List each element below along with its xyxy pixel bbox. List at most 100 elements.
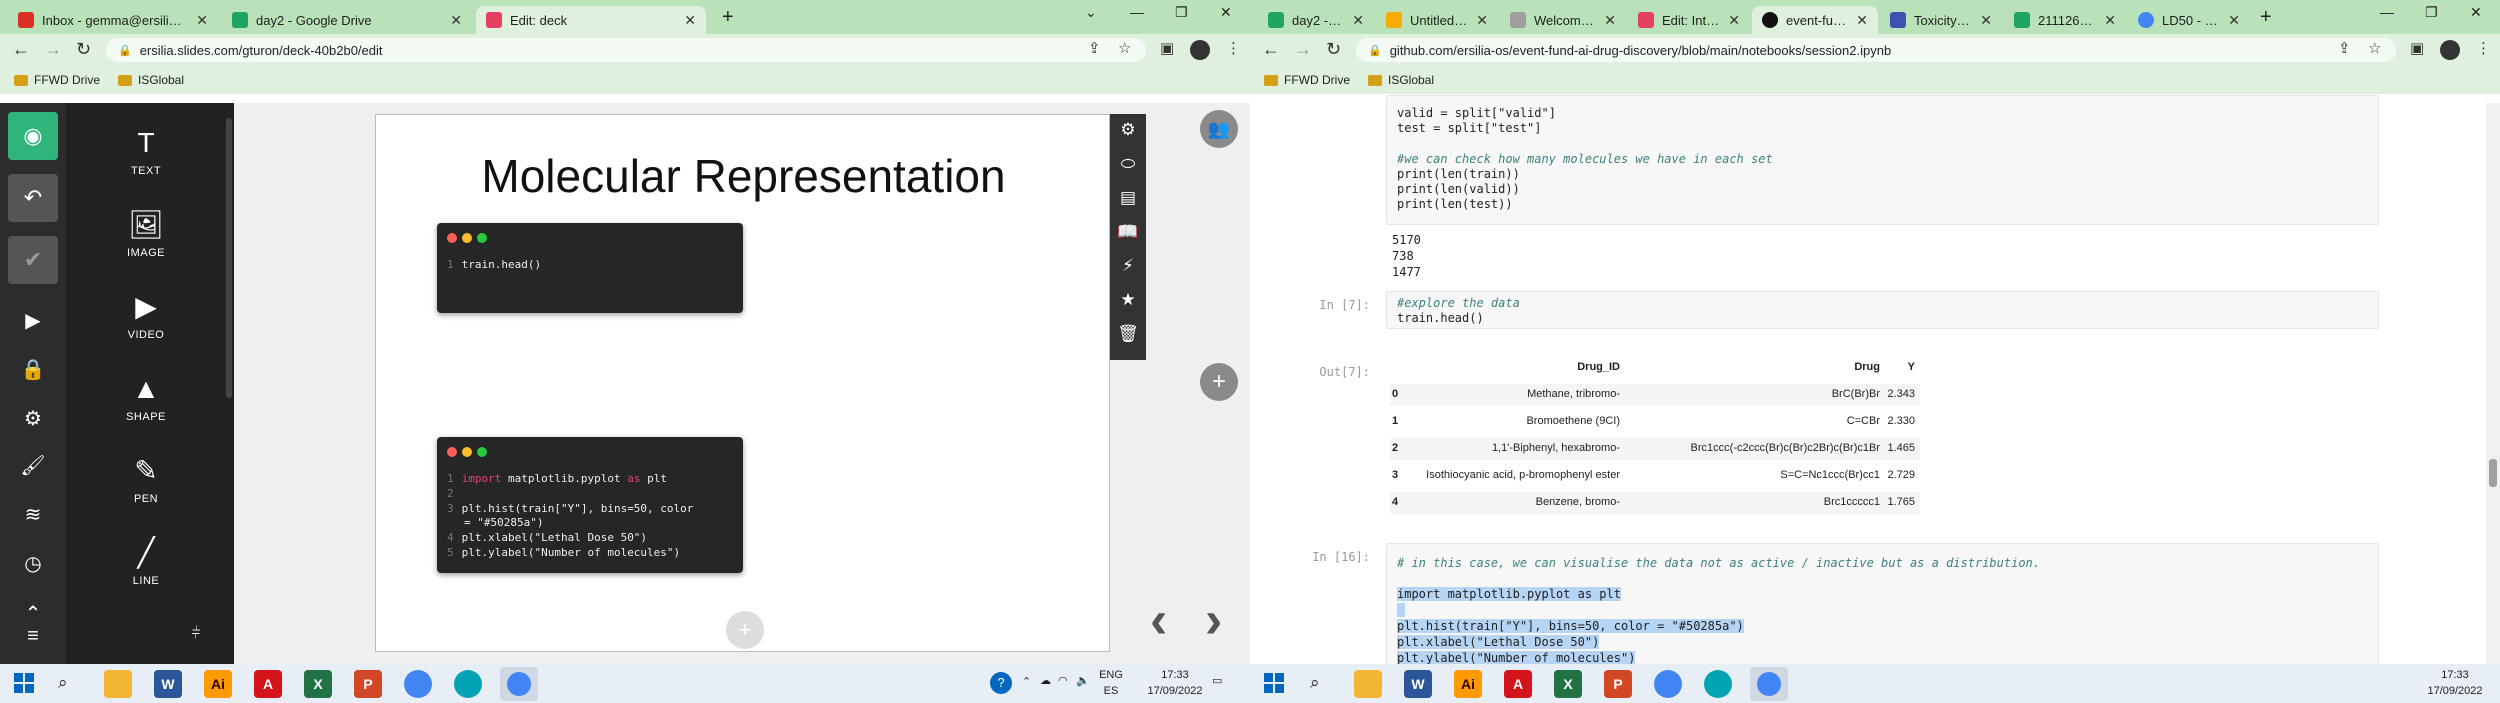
tab-h3d[interactable]: 211126_H3D ✕ xyxy=(2004,6,2126,34)
clock-time[interactable]: 17:33 xyxy=(2420,669,2490,681)
slide-title[interactable]: Molecular Representation xyxy=(376,149,1111,203)
close-icon[interactable]: ✕ xyxy=(1980,12,1992,29)
menu-icon[interactable]: ⋮ xyxy=(1226,39,1241,57)
chrome-icon[interactable] xyxy=(1654,670,1682,698)
clock-date[interactable]: 17/09/2022 xyxy=(2420,685,2490,697)
chevron-up-icon[interactable]: ⌃ xyxy=(1022,675,1031,688)
menu-icon[interactable]: ⋮ xyxy=(2476,39,2491,57)
close-icon[interactable]: ✕ xyxy=(1476,12,1488,29)
close-icon[interactable]: ✕ xyxy=(1728,12,1740,29)
preview-button[interactable]: ◉ xyxy=(8,112,58,160)
close-icon[interactable]: ✕ xyxy=(196,12,208,29)
excel-icon[interactable]: X xyxy=(304,670,332,698)
language-label[interactable]: ES xyxy=(1096,685,1126,697)
code-cell[interactable]: #explore the data train.head() xyxy=(1386,291,2379,329)
sidepanel-icon[interactable]: ▣ xyxy=(2410,39,2424,57)
bookmark-ffwd-drive[interactable]: FFWD Drive xyxy=(1264,73,1350,87)
tool-text[interactable]: T TEXT xyxy=(66,127,226,177)
page-scrollbar[interactable] xyxy=(2486,103,2500,664)
powerpoint-icon[interactable]: P xyxy=(354,670,382,698)
new-tab-button[interactable]: + xyxy=(2260,6,2272,29)
forward-icon[interactable]: → xyxy=(1294,39,1312,60)
tab-github-event-fund[interactable]: event-fund-ai-drug-discovery ✕ xyxy=(1752,6,1878,34)
minimize-icon[interactable]: — xyxy=(2380,4,2394,20)
tool-video[interactable]: ▶ VIDEO xyxy=(66,291,226,341)
settings-icon[interactable]: ⚙ xyxy=(0,406,66,431)
back-icon[interactable]: ← xyxy=(1262,39,1280,60)
app-icon[interactable] xyxy=(454,670,482,698)
chevron-up-icon[interactable]: ⌃ xyxy=(0,601,66,626)
star-icon[interactable]: ☆ xyxy=(1118,39,1131,57)
undo-button[interactable]: ↶ xyxy=(8,174,58,222)
tool-shape[interactable]: ▲ SHAPE xyxy=(66,373,226,423)
star-icon[interactable]: ★ xyxy=(1110,290,1146,310)
share-icon[interactable]: ⇪ xyxy=(2338,39,2351,57)
wifi-icon[interactable]: ◠ xyxy=(1058,674,1068,687)
close-icon[interactable]: ✕ xyxy=(1604,12,1616,29)
tab-toxicity-tdc[interactable]: Toxicity - TDC ✕ xyxy=(1880,6,2002,34)
clock-date[interactable]: 17/09/2022 xyxy=(1140,685,1210,697)
language-label[interactable]: ENG xyxy=(1096,669,1126,681)
windows-start-icon[interactable] xyxy=(1264,673,1284,693)
save-button[interactable]: ✔ xyxy=(8,236,58,284)
tab-colab-untitled[interactable]: Untitled0.ipynb ✕ xyxy=(1376,6,1498,34)
illustrator-icon[interactable]: Ai xyxy=(204,670,232,698)
tool-line[interactable]: ╱ LINE xyxy=(66,537,226,587)
tab-google-drive[interactable]: day2 - Google Drive ✕ xyxy=(1258,6,1374,34)
next-slide-arrow[interactable]: › xyxy=(1205,590,1222,650)
acrobat-icon[interactable]: A xyxy=(254,670,282,698)
code-cell[interactable]: valid = split["valid"] test = split["tes… xyxy=(1386,95,2379,225)
close-icon[interactable]: ✕ xyxy=(2228,12,2240,29)
reload-icon[interactable]: ↻ xyxy=(1326,39,1341,60)
new-tab-button[interactable]: + xyxy=(722,6,734,29)
lightning-icon[interactable]: ⚡ xyxy=(1110,256,1146,276)
add-slide-below-button[interactable]: + xyxy=(726,611,764,649)
avatar[interactable] xyxy=(2440,40,2460,60)
close-icon[interactable]: ✕ xyxy=(1352,12,1364,29)
tab-edit-introduction[interactable]: Edit: Introduction ✕ xyxy=(1628,6,1750,34)
slide[interactable]: Molecular Representation 1 train.head() 1… xyxy=(375,114,1110,652)
layers-icon[interactable]: ≋ xyxy=(0,502,66,527)
tool-pen[interactable]: ✎ PEN xyxy=(66,455,226,505)
windows-start-icon[interactable] xyxy=(14,673,34,693)
hamburger-icon[interactable]: ≡ xyxy=(0,625,66,648)
search-icon[interactable]: ⌕ xyxy=(58,673,68,693)
gear-icon[interactable]: ⚙ xyxy=(1110,120,1146,140)
history-icon[interactable]: ◷ xyxy=(0,551,66,576)
file-explorer-icon[interactable] xyxy=(1354,670,1382,698)
chrome-icon[interactable] xyxy=(404,670,432,698)
toggle-icon[interactable]: ⬭ xyxy=(1110,154,1146,174)
volume-icon[interactable]: 🔈 xyxy=(1076,674,1090,687)
chevron-down-icon[interactable]: ⌄ xyxy=(1085,4,1097,21)
file-explorer-icon[interactable] xyxy=(104,670,132,698)
close-icon[interactable]: ✕ xyxy=(450,12,462,29)
back-icon[interactable]: ← xyxy=(12,39,30,60)
close-icon[interactable]: ✕ xyxy=(684,12,696,29)
sidepanel-icon[interactable]: ▣ xyxy=(1160,39,1174,57)
powerpoint-icon[interactable]: P xyxy=(1604,670,1632,698)
close-icon[interactable]: ✕ xyxy=(2104,12,2116,29)
chrome-active-icon[interactable] xyxy=(1750,667,1788,701)
notification-icon[interactable]: ▭ xyxy=(1212,674,1222,687)
app-icon[interactable] xyxy=(1704,670,1732,698)
search-icon[interactable]: ⌕ xyxy=(1310,673,1320,693)
maximize-icon[interactable]: ❐ xyxy=(2425,4,2438,21)
panel-scrollbar[interactable] xyxy=(226,118,232,398)
close-window-icon[interactable]: ✕ xyxy=(2470,4,2482,21)
chrome-active-icon[interactable] xyxy=(500,667,538,701)
code-block-hist[interactable]: 1 import matplotlib.pyplot as plt 2 3 plt.… xyxy=(437,437,743,573)
present-icon[interactable]: ▶ xyxy=(0,308,66,333)
close-window-icon[interactable]: ✕ xyxy=(1220,4,1232,21)
word-icon[interactable]: W xyxy=(154,670,182,698)
forward-icon[interactable]: → xyxy=(44,39,62,60)
bookmark-ffwd-drive[interactable]: FFWD Drive xyxy=(14,73,100,87)
bookmark-isglobal[interactable]: ISGlobal xyxy=(1368,73,1434,87)
excel-icon[interactable]: X xyxy=(1554,670,1582,698)
maximize-icon[interactable]: ❐ xyxy=(1175,4,1188,21)
avatar[interactable] xyxy=(1190,40,1210,60)
tab-ld50-google[interactable]: LD50 - Google ✕ xyxy=(2128,6,2250,34)
collaborators-button[interactable]: 👥 xyxy=(1200,110,1238,148)
tab-colab-welcome[interactable]: Welcome to Colaboratory ✕ xyxy=(1500,6,1626,34)
tab-google-drive[interactable]: day2 - Google Drive ✕ xyxy=(222,6,472,34)
share-icon[interactable]: ⇪ xyxy=(1088,39,1101,57)
